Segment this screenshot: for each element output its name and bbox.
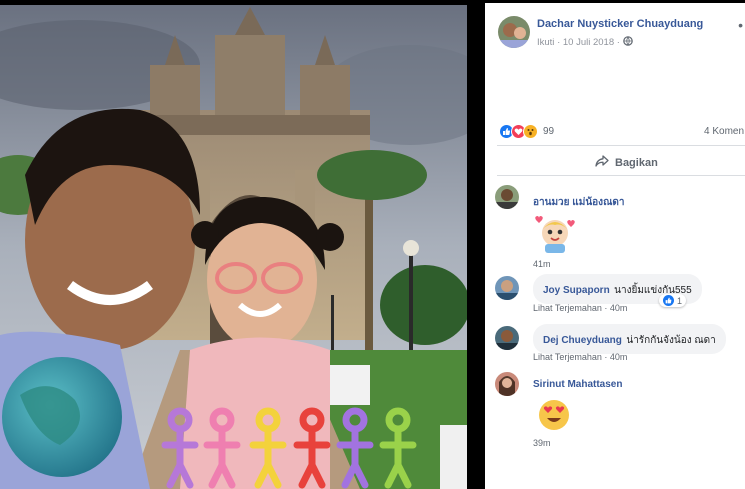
see-translation-link[interactable]: Lihat Terjemahan bbox=[533, 352, 602, 362]
post-date[interactable]: 10 Juli 2018 bbox=[563, 37, 614, 48]
separator bbox=[497, 145, 745, 146]
comment-time[interactable]: 41m bbox=[533, 259, 551, 269]
comment-body: อานมวย แม่น้องณดา bbox=[533, 195, 624, 210]
comment-actions: Lihat Terjemahan · 40m bbox=[533, 352, 627, 362]
share-icon bbox=[595, 155, 609, 170]
follow-link[interactable]: Ikuti bbox=[537, 37, 554, 48]
post-side-panel: Dachar Nuysticker Chuayduang • Ikuti · 1… bbox=[485, 3, 745, 489]
reaction-count[interactable]: 99 bbox=[543, 126, 554, 137]
comment-like-count: 1 bbox=[677, 295, 683, 306]
meta-dot: · bbox=[557, 37, 561, 49]
actions-dot: · bbox=[604, 352, 608, 362]
commenter-name[interactable]: อานมวย แม่น้องณดา bbox=[533, 195, 624, 210]
comment-body: Sirinut Mahattasen bbox=[533, 379, 622, 390]
actions-dot: · bbox=[604, 303, 608, 313]
comment-count[interactable]: 4 Komen bbox=[704, 126, 744, 137]
comment-actions: Lihat Terjemahan · 40m bbox=[533, 303, 627, 313]
commenter-name[interactable]: Sirinut Mahattasen bbox=[533, 379, 622, 390]
baby-hearts-sticker bbox=[533, 213, 577, 258]
commenter-name[interactable]: Joy Supaporn bbox=[543, 285, 610, 296]
comment-time[interactable]: 40m bbox=[610, 352, 628, 362]
author-avatar[interactable] bbox=[498, 16, 530, 48]
comment-like-badge[interactable]: 1 bbox=[659, 294, 687, 307]
comment-bubble: Dej Chueyduang น่ารักกันจังน้อง ณดา bbox=[533, 324, 726, 354]
commenter-name[interactable]: Dej Chueyduang bbox=[543, 335, 622, 346]
globe-icon bbox=[622, 36, 633, 49]
comment-time[interactable]: 40m bbox=[610, 303, 628, 313]
wow-reaction-icon bbox=[523, 124, 538, 139]
comment-text: น่ารักกันจังน้อง ณดา bbox=[626, 335, 716, 346]
heart-eyes-emoji bbox=[537, 398, 571, 437]
comments-list: อานมวย แม่น้องณดา 41m Joy Supaporn นางยิ… bbox=[485, 178, 745, 489]
commenter-avatar[interactable] bbox=[495, 372, 519, 396]
commenter-avatar[interactable] bbox=[495, 276, 519, 300]
comment-time[interactable]: 39m bbox=[533, 438, 551, 448]
post-photo[interactable] bbox=[0, 5, 467, 489]
post-meta: Ikuti · 10 Juli 2018 · bbox=[537, 36, 633, 49]
see-translation-link[interactable]: Lihat Terjemahan bbox=[533, 303, 602, 313]
commenter-avatar[interactable] bbox=[495, 326, 519, 350]
commenter-avatar[interactable] bbox=[495, 185, 519, 209]
share-button[interactable]: Bagikan bbox=[595, 155, 658, 170]
divider bbox=[467, 0, 485, 489]
share-label: Bagikan bbox=[615, 156, 658, 169]
separator bbox=[497, 175, 745, 176]
more-icon[interactable]: • bbox=[738, 17, 743, 33]
meta-dot: · bbox=[616, 37, 620, 49]
reactions-summary[interactable]: 99 bbox=[499, 124, 554, 139]
like-reaction-icon bbox=[663, 295, 674, 306]
author-name[interactable]: Dachar Nuysticker Chuayduang bbox=[537, 18, 703, 30]
